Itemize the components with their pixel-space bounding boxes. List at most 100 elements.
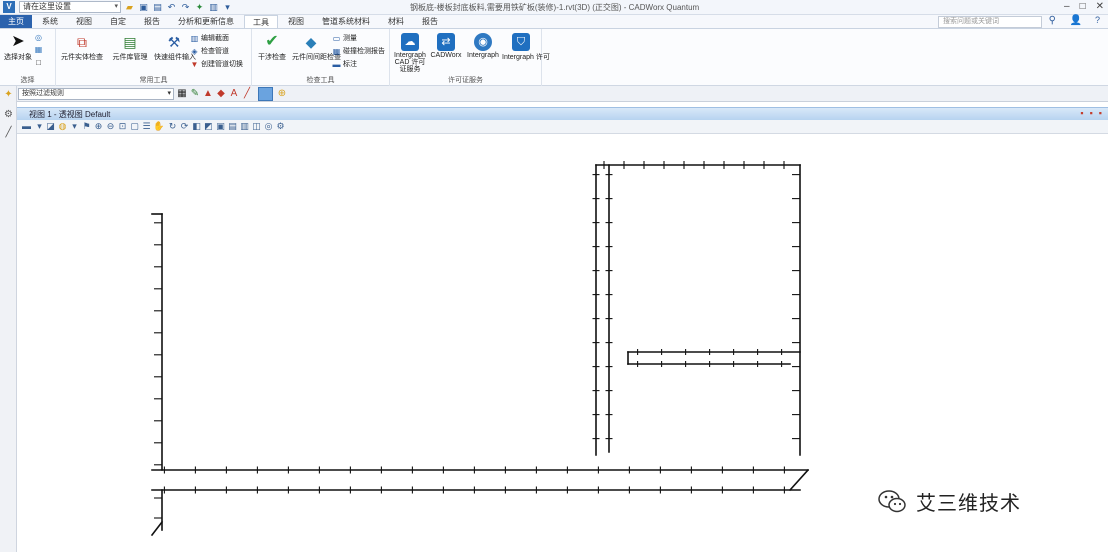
component-check-button[interactable]: ⧉ 元件实体检查	[60, 33, 104, 62]
view-restore-icon[interactable]: ▪	[1080, 108, 1083, 118]
intergraph-license-2-button[interactable]: ⛉ Intergraph 许可	[502, 33, 550, 62]
quick-input-button[interactable]: ⚒ 快速组件输入	[154, 33, 196, 62]
zoom-extents-icon[interactable]: ▢	[129, 121, 140, 132]
view-maximize-icon[interactable]: ▪	[1090, 108, 1093, 118]
filter-icon: ▦	[34, 45, 43, 54]
view-iso-icon[interactable]: ◪	[45, 121, 56, 132]
shoe-tool-icon[interactable]: ▲	[202, 88, 214, 100]
view-render-dropdown-icon[interactable]: ▾	[69, 121, 80, 132]
select-box-button[interactable]: □	[34, 58, 43, 67]
view-toolbar: ▬ ▾ ◪ ◍ ▾ ⚑ ⊕ ⊖ ⊡ ▢ ☰ ✋ ↻ ⟳ ◧ ◩ ▣ ▤ ▥ ◫ …	[17, 120, 1108, 134]
filter-select[interactable]: 按照过滤规则 ▾	[18, 88, 174, 100]
cadworx-logo-icon: ⇄	[437, 33, 455, 51]
gear-icon[interactable]: ⚙	[2, 108, 15, 121]
pencil-icon[interactable]: ╱	[2, 126, 15, 139]
view-front-icon[interactable]: ▬	[21, 121, 32, 132]
tab-view[interactable]: 视图	[68, 15, 100, 28]
project-select[interactable]: 请在这里设置 ▾	[19, 1, 121, 13]
app-logo-icon[interactable]: V	[3, 1, 15, 13]
spacing-check-button[interactable]: ◆ 元件间间距检查	[292, 33, 341, 62]
settings-view-icon[interactable]: ⚙	[275, 121, 286, 132]
tab-view-2[interactable]: 视图	[280, 15, 312, 28]
undo-icon[interactable]: ↶	[166, 2, 177, 13]
zoom-in-icon[interactable]: ⊕	[93, 121, 104, 132]
lock-icon[interactable]: ⊕	[276, 88, 288, 100]
cadworx-button[interactable]: ⇄ CADWorx	[430, 33, 462, 59]
tab-report[interactable]: 报告	[136, 15, 168, 28]
redo-icon[interactable]: ↷	[180, 2, 191, 13]
zoom-out-icon[interactable]: ⊖	[105, 121, 116, 132]
switch-icon: ▼	[190, 59, 199, 69]
shield-icon: ⛉	[512, 33, 530, 51]
tab-custom[interactable]: 自定	[102, 15, 134, 28]
watermark: 艾三维技术	[878, 487, 1021, 516]
tab-home[interactable]: 主页	[0, 15, 32, 28]
user-icon[interactable]: 👤	[1070, 15, 1082, 26]
pipe-check-icon: ◈	[191, 46, 198, 56]
tab-material[interactable]: 材料	[380, 15, 412, 28]
view-dropdown-icon[interactable]: ▾	[34, 121, 45, 132]
library-manager-button[interactable]: ▤ 元件库管理	[108, 33, 152, 62]
zoom-window-icon[interactable]: ⊡	[117, 121, 128, 132]
minimize-icon[interactable]: –	[1064, 1, 1070, 12]
tab-piping-material[interactable]: 管道系统材料	[314, 15, 378, 28]
pipe-switch-button[interactable]: ▼ 创建管道切换	[190, 59, 243, 69]
edit-section-button[interactable]: ▥ 编辑截面	[190, 33, 229, 43]
layers-icon[interactable]: ✦	[2, 88, 15, 101]
clip-plane-icon[interactable]: ◫	[251, 121, 262, 132]
view-render-icon[interactable]: ◍	[57, 121, 68, 132]
settings-icon[interactable]: ✦	[194, 2, 205, 13]
filter-options-icon[interactable]: ▦	[176, 88, 188, 100]
tab-report-2[interactable]: 报告	[414, 15, 446, 28]
intergraph-button[interactable]: ◉ Intergraph	[466, 33, 500, 59]
edit-tool-icon[interactable]: ✎	[189, 88, 201, 100]
visibility-icon[interactable]: ◎	[263, 121, 274, 132]
hammer-icon: ⚒	[167, 34, 181, 50]
open-folder-icon[interactable]: ▰	[124, 2, 135, 13]
tab-system[interactable]: 系统	[34, 15, 66, 28]
view-toggle-button[interactable]	[258, 87, 273, 101]
interference-check-button[interactable]: ✔ 干涉检查	[254, 33, 290, 62]
select-object-button[interactable]: ➤ 选择对象	[3, 33, 33, 62]
search-icon[interactable]: ⚲	[1049, 15, 1056, 26]
customize-icon[interactable]: ▾	[222, 2, 233, 13]
cloud-icon: ☁	[401, 33, 419, 51]
save-all-icon[interactable]: ▤	[152, 2, 163, 13]
section-box-icon[interactable]: ▥	[239, 121, 250, 132]
secondary-toolbar: 按照过滤规则 ▾ ▦ ✎ ▲ ◆ A ╱ ⊕	[0, 86, 1108, 102]
ribbon-group-label: 选择	[20, 77, 35, 84]
orbit-icon[interactable]: ⟳	[179, 121, 190, 132]
help-icon[interactable]: ?	[1095, 15, 1100, 25]
report-icon: ▦	[332, 46, 341, 56]
hand-icon[interactable]: ✋	[153, 121, 164, 132]
walk-icon[interactable]: ⚑	[81, 121, 92, 132]
close-icon[interactable]: ✕	[1096, 1, 1104, 12]
tab-analysis[interactable]: 分析和更新信息	[170, 15, 242, 28]
print-icon[interactable]: ▥	[208, 2, 219, 13]
view-close-icon[interactable]: ▪	[1099, 108, 1102, 118]
measure-button[interactable]: ▭ 测量	[332, 33, 357, 43]
annotate-button[interactable]: ▬ 标注	[332, 59, 358, 69]
clash-report-button[interactable]: ▦ 碰撞检测报告	[332, 46, 385, 56]
hidden-line-icon[interactable]: ▤	[227, 121, 238, 132]
maximize-icon[interactable]: □	[1080, 1, 1086, 12]
rotate-icon[interactable]: ↻	[167, 121, 178, 132]
pipe-elbow	[150, 520, 164, 537]
tab-tools[interactable]: 工具	[244, 15, 278, 28]
annotate-icon: ▬	[332, 59, 341, 69]
save-icon[interactable]: ▣	[138, 2, 149, 13]
camera-icon[interactable]: ◧	[191, 121, 202, 132]
select-filter-button[interactable]: ▦	[34, 45, 43, 54]
lasso-select-button[interactable]: ◎	[34, 33, 43, 42]
intergraph-license-button[interactable]: ☁ Intergraph CAD 许可证服务	[394, 33, 426, 73]
paint-icon[interactable]: ◆	[215, 88, 227, 100]
line-tool-icon[interactable]: ╱	[241, 88, 253, 100]
shade-icon[interactable]: ◩	[203, 121, 214, 132]
wireframe-icon[interactable]: ▣	[215, 121, 226, 132]
text-tool-icon[interactable]: A	[228, 88, 240, 100]
check-mark-icon: ✔	[265, 33, 279, 50]
pan-icon[interactable]: ☰	[141, 121, 152, 132]
box-select-icon: □	[36, 58, 41, 67]
search-input[interactable]: 搜索问题或关键词	[938, 16, 1042, 28]
check-pipe-button[interactable]: ◈ 检查管道	[190, 46, 229, 56]
